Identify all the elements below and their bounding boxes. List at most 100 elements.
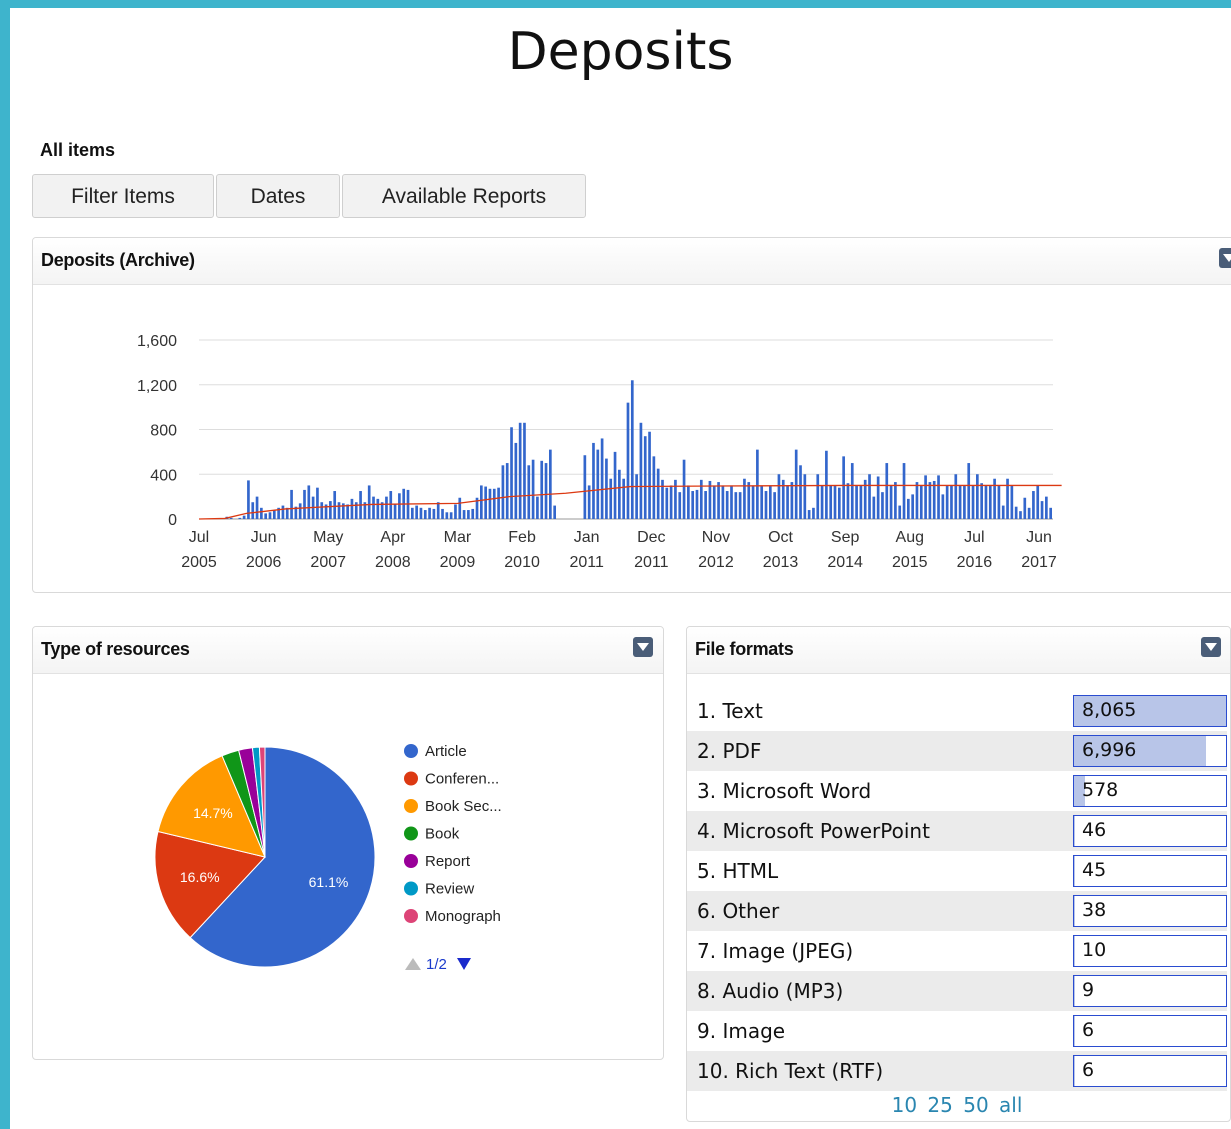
bar	[484, 486, 487, 519]
bar	[333, 491, 337, 519]
x-tick-year: 2015	[892, 554, 928, 571]
bar	[1049, 507, 1053, 519]
bar	[480, 485, 483, 519]
available-reports-button[interactable]: Available Reports	[342, 174, 586, 218]
x-tick-month: Aug	[896, 529, 924, 546]
x-tick-month: Jun	[1026, 529, 1052, 546]
trend-line	[198, 484, 1062, 520]
page-size-link[interactable]: 50	[963, 1093, 988, 1117]
bar	[648, 431, 651, 519]
bar	[786, 485, 789, 519]
page-size-link[interactable]: all	[999, 1093, 1022, 1117]
dropdown-icon[interactable]	[633, 637, 653, 657]
legend-item[interactable]: Conferen...	[425, 771, 499, 788]
bar	[833, 485, 837, 519]
x-tick-month: May	[313, 529, 343, 546]
bar	[695, 489, 699, 519]
bar	[678, 492, 682, 519]
bar	[919, 485, 923, 519]
bar	[704, 491, 707, 519]
legend-marker	[404, 771, 418, 786]
dropdown-icon[interactable]	[1219, 248, 1231, 268]
legend-item[interactable]: Monograph	[425, 908, 501, 925]
bar	[454, 504, 457, 519]
dates-button[interactable]: Dates	[216, 174, 340, 218]
bar	[963, 485, 966, 519]
legend-pager-text: 1/2	[426, 956, 447, 973]
format-label: 7. Image (JPEG)	[697, 939, 854, 963]
bar	[458, 497, 462, 519]
bar	[346, 504, 349, 519]
legend-marker	[404, 744, 418, 758]
x-tick-year: 2007	[310, 554, 346, 571]
bar	[652, 456, 656, 519]
format-count-value: 578	[1082, 779, 1119, 801]
page-size-link[interactable]: 25	[927, 1093, 952, 1117]
bar	[518, 422, 522, 519]
bar	[937, 475, 940, 519]
legend-item[interactable]: Book Sec...	[425, 798, 502, 815]
bar	[622, 478, 626, 519]
bar	[471, 508, 475, 519]
format-count-bar: 9	[1073, 975, 1227, 1007]
bar	[1014, 506, 1018, 519]
page-size-link[interactable]: 10	[892, 1093, 917, 1117]
y-tick-label: 0	[168, 512, 177, 529]
format-row: 4. Microsoft PowerPoint 46	[687, 811, 1227, 851]
bar	[264, 513, 268, 519]
legend-marker	[404, 826, 418, 841]
bar	[536, 496, 539, 519]
formats-panel-header: File formats	[687, 627, 1230, 674]
bar	[954, 474, 958, 519]
format-count-value: 46	[1082, 819, 1107, 841]
legend-item[interactable]: Review	[425, 881, 474, 898]
legend-item[interactable]: Report	[425, 853, 471, 870]
filter-items-button[interactable]: Filter Items	[32, 174, 214, 218]
bar	[656, 468, 660, 519]
format-count-value: 45	[1082, 859, 1107, 881]
bar	[894, 482, 897, 519]
dropdown-icon[interactable]	[1201, 637, 1221, 657]
bar	[445, 512, 449, 519]
format-row: 10. Rich Text (RTF) 6	[687, 1051, 1227, 1091]
legend-item[interactable]: Book	[425, 826, 460, 843]
format-count-fill	[1074, 896, 1075, 926]
bar	[272, 510, 276, 519]
bar	[984, 485, 988, 519]
bar	[242, 515, 246, 519]
bar	[540, 460, 544, 519]
format-row: 2. PDF 6,996	[687, 731, 1227, 771]
x-tick-year: 2008	[375, 554, 411, 571]
bar	[1032, 491, 1035, 519]
bar	[799, 465, 802, 519]
x-tick-month: Sep	[831, 529, 860, 546]
bar	[889, 485, 893, 519]
format-count-fill	[1074, 856, 1075, 886]
bar	[958, 485, 962, 519]
bar	[428, 507, 431, 519]
format-count-bar: 8,065	[1073, 695, 1227, 727]
bar	[255, 496, 259, 519]
bar	[372, 496, 375, 519]
bar	[924, 475, 927, 519]
resources-panel-header: Type of resources	[33, 627, 663, 674]
bar	[794, 449, 798, 519]
bar	[320, 502, 324, 519]
resources-panel-title: Type of resources	[41, 639, 190, 659]
legend-item[interactable]: Article	[425, 743, 467, 760]
format-count-bar: 6	[1073, 1015, 1227, 1047]
bar	[812, 507, 815, 519]
y-tick-label: 1,600	[137, 333, 177, 350]
bar	[941, 494, 945, 519]
bar	[1027, 507, 1031, 519]
format-count-bar: 38	[1073, 895, 1227, 927]
bar	[1006, 478, 1009, 519]
x-tick-year: 2005	[181, 554, 217, 571]
x-tick-month: Mar	[444, 529, 472, 546]
pager-up-icon[interactable]	[405, 958, 421, 970]
bar	[389, 491, 393, 519]
bar	[449, 512, 453, 519]
pager-down-icon[interactable]	[457, 958, 471, 970]
bar	[988, 485, 992, 519]
format-count-bar: 6,996	[1073, 735, 1227, 767]
